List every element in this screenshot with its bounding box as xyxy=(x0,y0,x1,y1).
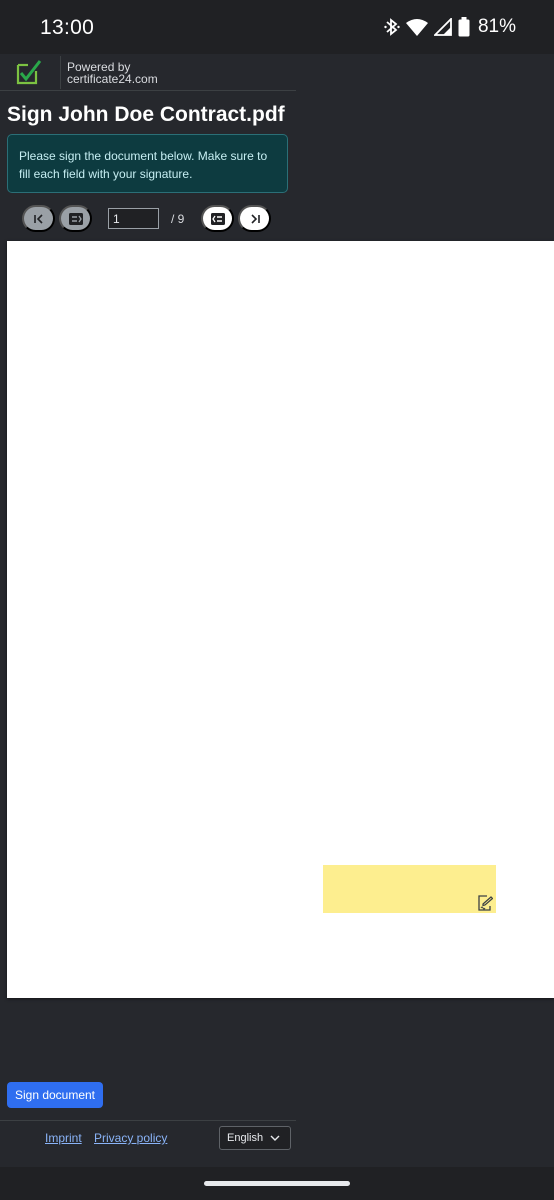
wifi-icon xyxy=(405,18,428,36)
page-title: Sign John Doe Contract.pdf xyxy=(7,103,285,126)
previous-field-button[interactable] xyxy=(59,205,92,232)
certificate-check-icon xyxy=(14,59,42,85)
brand-text: Powered by certificate24.com xyxy=(67,61,158,85)
system-navigation-bar xyxy=(0,1167,554,1200)
language-select[interactable]: English xyxy=(219,1126,291,1150)
previous-field-icon xyxy=(68,212,83,225)
instructions-notice: Please sign the document below. Make sur… xyxy=(7,134,288,193)
first-page-button[interactable] xyxy=(22,205,55,232)
home-gesture-handle[interactable] xyxy=(204,1181,350,1186)
next-field-button[interactable] xyxy=(201,205,234,232)
imprint-link[interactable]: Imprint xyxy=(45,1131,82,1145)
page-navigation: / 9 xyxy=(0,204,296,234)
status-bar: 13:00 81% xyxy=(0,0,554,54)
status-icons: 81% xyxy=(384,16,516,38)
language-value: English xyxy=(227,1132,264,1144)
page-number-input[interactable] xyxy=(108,208,159,229)
brand-header: Powered by certificate24.com xyxy=(0,54,296,91)
last-page-icon xyxy=(250,213,260,224)
signature-pen-icon xyxy=(477,895,494,911)
bluetooth-icon xyxy=(384,17,400,37)
signature-field[interactable] xyxy=(323,865,496,913)
chevron-down-icon xyxy=(270,1133,280,1145)
sign-document-button[interactable]: Sign document xyxy=(7,1082,103,1108)
battery-percent: 81% xyxy=(477,16,516,37)
app-content: Powered by certificate24.com Sign John D… xyxy=(0,54,554,1167)
page-total: / 9 xyxy=(171,212,185,226)
brand-divider xyxy=(60,56,61,89)
battery-icon xyxy=(458,17,470,37)
last-page-button[interactable] xyxy=(238,205,271,232)
brand-domain: certificate24.com xyxy=(67,72,158,86)
cell-signal-icon xyxy=(433,18,452,36)
first-page-icon xyxy=(33,213,43,224)
privacy-policy-link[interactable]: Privacy policy xyxy=(94,1131,167,1145)
status-time: 13:00 xyxy=(40,16,95,39)
pdf-page-viewer[interactable] xyxy=(7,241,554,998)
footer-divider xyxy=(0,1120,296,1121)
next-field-icon xyxy=(210,212,225,225)
